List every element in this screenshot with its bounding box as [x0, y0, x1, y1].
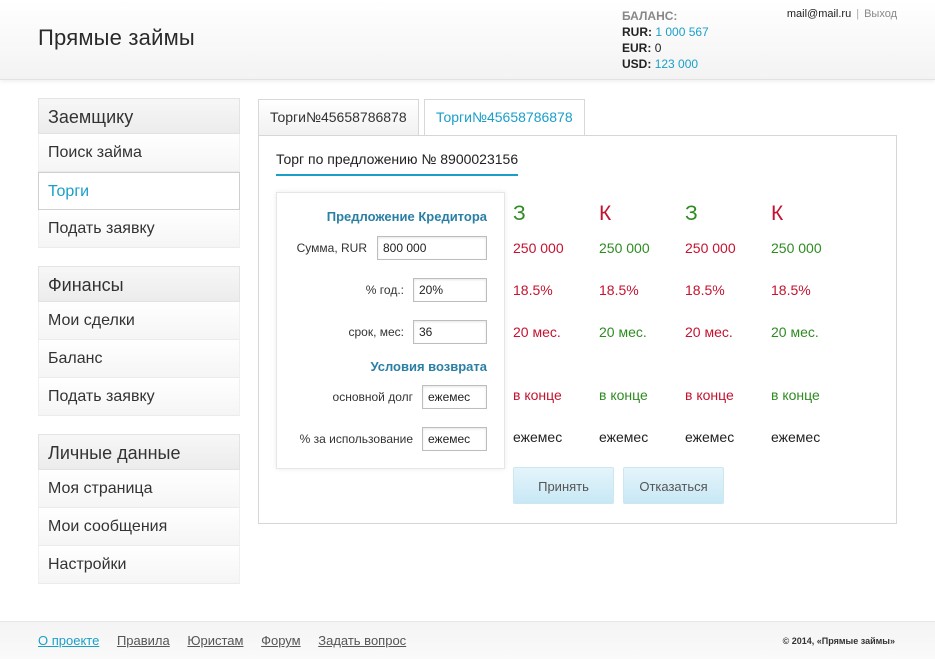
copyright: © 2014, «Прямые займы»: [782, 636, 895, 646]
offer-rate: 18.5%: [513, 282, 553, 298]
balance-row-rur: RUR: 1 000 567: [622, 24, 709, 40]
balance-block: БАЛАНС: RUR: 1 000 567 EUR: 0 USD: 123 0…: [622, 8, 709, 72]
sidebar-item-my-deals[interactable]: Мои сделки: [38, 302, 240, 340]
sidebar-item-apply-finance[interactable]: Подать заявку: [38, 378, 240, 416]
amount-label: Сумма, RUR: [296, 241, 367, 255]
offer-rate: 18.5%: [599, 282, 639, 298]
offer-type-letter: К: [599, 202, 612, 225]
sidebar-item-messages[interactable]: Мои сообщения: [38, 508, 240, 546]
offer-term: 20 мес.: [513, 324, 561, 340]
offer-term: 20 мес.: [771, 324, 819, 340]
rate-label: % год.:: [365, 283, 404, 297]
term-input[interactable]: [413, 320, 487, 344]
amount-input[interactable]: [377, 236, 487, 260]
logout-link[interactable]: Выход: [864, 8, 897, 20]
tab-auction-1[interactable]: Торги№45658786878: [258, 99, 419, 136]
footer-link-rules[interactable]: Правила: [117, 633, 170, 648]
footer-link-ask-question[interactable]: Задать вопрос: [318, 633, 406, 648]
offer-principal: в конце: [685, 387, 734, 403]
accept-button[interactable]: Принять: [513, 467, 614, 504]
user-area: mail@mail.ru | Выход: [787, 8, 897, 20]
offer-principal: в конце: [599, 387, 648, 403]
interest-label: % за использование: [299, 432, 413, 446]
sidebar-heading: Финансы: [38, 266, 240, 302]
offer-principal: в конце: [513, 387, 562, 403]
sidebar-group-personal: Личные данные Моя страница Мои сообщения…: [38, 434, 240, 584]
offer-interest: ежемес: [599, 429, 649, 445]
footer: О проекте Правила Юристам Форум Задать в…: [0, 621, 935, 659]
sidebar-item-settings[interactable]: Настройки: [38, 546, 240, 584]
balance-value[interactable]: 123 000: [655, 57, 698, 71]
offer-rate: 18.5%: [685, 282, 725, 298]
term-label: срок, мес:: [348, 325, 404, 339]
balance-value[interactable]: 1 000 567: [655, 25, 708, 39]
return-conditions-title: Условия возврата: [370, 359, 487, 374]
sidebar-heading: Личные данные: [38, 434, 240, 470]
footer-link-about[interactable]: О проекте: [38, 633, 99, 648]
offer-amount: 250 000: [685, 240, 736, 256]
balance-row-eur: EUR: 0: [622, 40, 709, 56]
offer-term: 20 мес.: [685, 324, 733, 340]
footer-links: О проекте Правила Юристам Форум Задать в…: [38, 633, 420, 648]
deal-title: Торг по предложению № 8900023156: [276, 151, 519, 176]
offer-type-letter: З: [685, 202, 698, 225]
balance-value: 0: [654, 41, 662, 55]
rate-input[interactable]: [413, 278, 487, 302]
balance-row-usd: USD: 123 000: [622, 56, 709, 72]
offer-interest: ежемес: [513, 429, 563, 445]
sidebar-item-auctions[interactable]: Торги: [38, 172, 240, 210]
principal-input[interactable]: [422, 385, 487, 409]
sidebar-item-my-page[interactable]: Моя страница: [38, 470, 240, 508]
sidebar-group-finance: Финансы Мои сделки Баланс Подать заявку: [38, 266, 240, 416]
interest-input[interactable]: [422, 427, 487, 451]
header: Прямые займы БАЛАНС: RUR: 1 000 567 EUR:…: [0, 0, 935, 80]
balance-currency: EUR:: [622, 41, 652, 55]
creditor-offer-title: Предложение Кредитора: [326, 209, 487, 224]
balance-currency: USD:: [622, 57, 652, 71]
deal-panel: Торг по предложению № 8900023156 Предлож…: [258, 135, 897, 524]
tab-auction-2[interactable]: Торги№45658786878: [424, 99, 585, 137]
sidebar-item-apply[interactable]: Подать заявку: [38, 210, 240, 248]
sidebar-heading: Заемщику: [38, 98, 240, 134]
offer-term: 20 мес.: [599, 324, 647, 340]
creditor-offer-form: Предложение Кредитора Сумма, RUR % год.:…: [276, 192, 505, 469]
user-email[interactable]: mail@mail.ru: [787, 8, 851, 20]
offer-amount: 250 000: [513, 240, 564, 256]
offer-interest: ежемес: [685, 429, 735, 445]
site-logo[interactable]: Прямые займы: [38, 25, 195, 51]
offer-amount: 250 000: [771, 240, 822, 256]
offer-type-letter: К: [771, 202, 784, 225]
offer-rate: 18.5%: [771, 282, 811, 298]
sidebar-group-borrower: Заемщику Поиск займа Торги Подать заявку: [38, 98, 240, 248]
footer-link-lawyers[interactable]: Юристам: [187, 633, 243, 648]
principal-label: основной долг: [332, 390, 413, 404]
sidebar-item-loan-search[interactable]: Поиск займа: [38, 134, 240, 172]
balance-title: БАЛАНС:: [622, 9, 678, 23]
offer-principal: в конце: [771, 387, 820, 403]
offer-type-letter: З: [513, 202, 526, 225]
balance-currency: RUR:: [622, 25, 652, 39]
offer-interest: ежемес: [771, 429, 821, 445]
sidebar: Заемщику Поиск займа Торги Подать заявку…: [38, 98, 240, 602]
decline-button[interactable]: Отказаться: [623, 467, 724, 504]
separator: |: [856, 8, 860, 20]
footer-link-forum[interactable]: Форум: [261, 633, 301, 648]
offer-amount: 250 000: [599, 240, 650, 256]
sidebar-item-balance[interactable]: Баланс: [38, 340, 240, 378]
